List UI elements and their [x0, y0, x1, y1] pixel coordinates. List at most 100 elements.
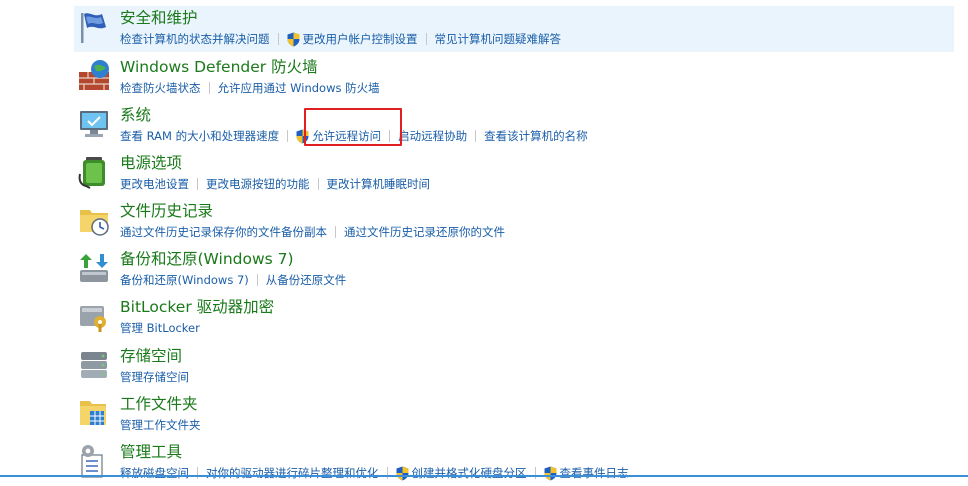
- task-link[interactable]: 检查防火墙状态: [120, 80, 201, 96]
- task-link[interactable]: 从备份还原文件: [266, 272, 347, 288]
- computer-icon[interactable]: [76, 106, 112, 142]
- task-link-label: 更改用户帐户控制设置: [302, 32, 418, 46]
- link-separator: [534, 467, 536, 479]
- category-links: 检查防火墙状态 允许应用通过 Windows 防火墙: [120, 79, 380, 97]
- link-separator: [425, 33, 427, 45]
- category-links: 释放磁盘空间 对你的驱动器进行碎片整理和优化 创建并格式化硬盘分区 查看事件日志: [120, 464, 629, 482]
- task-link[interactable]: 查看该计算机的名称: [484, 128, 588, 144]
- category-links: 通过文件历史记录保存你的文件备份副本 通过文件历史记录还原你的文件: [120, 223, 505, 241]
- uac-shield-icon: [396, 466, 409, 481]
- task-link[interactable]: 释放磁盘空间: [120, 465, 189, 481]
- task-link-label: 常见计算机问题疑难解答: [434, 32, 562, 46]
- battery-icon[interactable]: [76, 154, 112, 190]
- task-link-label: 从备份还原文件: [265, 273, 347, 287]
- category-4: 文件历史记录通过文件历史记录保存你的文件备份副本 通过文件历史记录还原你的文件: [74, 199, 954, 245]
- task-link-label: 管理工作文件夹: [120, 418, 201, 432]
- link-separator: [197, 178, 198, 190]
- category-7: 存储空间管理存储空间: [74, 344, 954, 390]
- task-link[interactable]: 更改电池设置: [120, 176, 189, 192]
- category-2: 系统 查看 RAM 的大小和处理器速度 允许远程访问 启动远程协助 查看该计算机的名称: [74, 103, 954, 149]
- category-title[interactable]: 电源选项: [120, 153, 182, 173]
- task-link-label: 更改电源按钮的功能: [206, 177, 310, 191]
- link-separator: [208, 82, 210, 94]
- category-links: 管理存储空间: [120, 368, 189, 386]
- category-9: 管理工具释放磁盘空间 对你的驱动器进行碎片整理和优化 创建并格式化硬盘分区 查看事件日…: [74, 440, 954, 486]
- highlight-box-allow-remote-access: [304, 108, 402, 146]
- task-link-label: 对你的驱动器进行碎片整理和优化: [206, 466, 379, 480]
- category-title[interactable]: 备份和还原(Windows 7): [120, 249, 294, 269]
- task-link-label: 释放磁盘空间: [120, 466, 189, 480]
- category-links: 更改电池设置 更改电源按钮的功能 更改计算机睡眠时间: [120, 175, 430, 193]
- category-links: 备份和还原(Windows 7) 从备份还原文件: [120, 271, 346, 289]
- task-link-label: 管理 BitLocker: [120, 321, 200, 335]
- flag-icon[interactable]: [76, 9, 112, 45]
- task-link-label: 通过文件历史记录保存你的文件备份副本: [120, 225, 327, 239]
- task-link[interactable]: 创建并格式化硬盘分区: [396, 465, 527, 481]
- task-link-label: 创建并格式化硬盘分区: [411, 466, 527, 480]
- task-link-label: 通过文件历史记录还原你的文件: [344, 225, 505, 239]
- firewall-icon[interactable]: [76, 58, 112, 94]
- task-link[interactable]: 备份和还原(Windows 7): [120, 272, 249, 288]
- category-links: 管理 BitLocker: [120, 319, 200, 337]
- storage-spaces-icon[interactable]: [76, 347, 112, 383]
- link-separator: [317, 178, 319, 190]
- task-link[interactable]: 管理 BitLocker: [120, 320, 200, 336]
- task-link[interactable]: 更改用户帐户控制设置: [287, 31, 418, 47]
- task-link[interactable]: 管理存储空间: [120, 369, 189, 385]
- bitlocker-icon[interactable]: [76, 298, 112, 334]
- category-title[interactable]: BitLocker 驱动器加密: [120, 297, 274, 317]
- task-link[interactable]: 查看 RAM 的大小和处理器速度: [120, 128, 279, 144]
- link-separator: [475, 130, 477, 142]
- category-title[interactable]: Windows Defender 防火墙: [120, 57, 318, 77]
- task-link[interactable]: 管理工作文件夹: [120, 417, 201, 433]
- task-link-label: 启动远程协助: [398, 129, 468, 143]
- task-link-label: 更改电池设置: [120, 177, 189, 191]
- task-link-label: 更改计算机睡眠时间: [326, 177, 431, 191]
- category-title[interactable]: 安全和维护: [120, 8, 198, 28]
- task-link[interactable]: 查看事件日志: [544, 465, 629, 481]
- uac-shield-icon: [287, 32, 300, 47]
- task-link[interactable]: 启动远程协助: [398, 128, 467, 144]
- category-title[interactable]: 管理工具: [120, 442, 182, 462]
- link-separator: [335, 226, 336, 238]
- task-link-label: 检查防火墙状态: [120, 81, 201, 95]
- category-links: 检查计算机的状态并解决问题 更改用户帐户控制设置 常见计算机问题疑难解答: [120, 30, 561, 48]
- category-3: 电源选项更改电池设置 更改电源按钮的功能 更改计算机睡眠时间: [74, 151, 954, 197]
- category-title[interactable]: 文件历史记录: [120, 201, 213, 221]
- link-separator: [287, 130, 289, 142]
- task-link-label: 查看 RAM 的大小和处理器速度: [120, 129, 280, 143]
- task-link[interactable]: 常见计算机问题疑难解答: [435, 31, 562, 47]
- category-links: 管理工作文件夹: [120, 416, 201, 434]
- link-separator: [197, 467, 198, 479]
- task-link[interactable]: 对你的驱动器进行碎片整理和优化: [206, 465, 379, 481]
- uac-shield-icon: [544, 466, 557, 481]
- category-title[interactable]: 系统: [120, 105, 151, 125]
- task-link[interactable]: 更改电源按钮的功能: [206, 176, 310, 192]
- category-1: Windows Defender 防火墙检查防火墙状态 允许应用通过 Window…: [74, 55, 954, 101]
- task-link[interactable]: 通过文件历史记录保存你的文件备份副本: [120, 224, 327, 240]
- task-link-label: 查看该计算机的名称: [484, 129, 588, 143]
- category-title[interactable]: 工作文件夹: [120, 394, 198, 414]
- category-5: 备份和还原(Windows 7) 备份和还原(Windows 7) 从备份还原文件: [74, 247, 954, 293]
- link-separator: [277, 33, 279, 45]
- task-link-label: 检查计算机的状态并解决问题: [120, 32, 270, 46]
- bottom-divider: [0, 475, 968, 477]
- task-link[interactable]: 检查计算机的状态并解决问题: [120, 31, 270, 47]
- task-link[interactable]: 更改计算机睡眠时间: [327, 176, 431, 192]
- file-history-icon[interactable]: [76, 202, 112, 238]
- task-link-label: 管理存储空间: [120, 370, 189, 384]
- task-link-label: 备份和还原(Windows 7): [120, 273, 249, 287]
- category-title[interactable]: 存储空间: [120, 346, 182, 366]
- admin-tools-icon[interactable]: [76, 443, 112, 479]
- category-6: BitLocker 驱动器加密管理 BitLocker: [74, 295, 954, 341]
- category-8: 工作文件夹管理工作文件夹: [74, 392, 954, 438]
- task-link[interactable]: 通过文件历史记录还原你的文件: [344, 224, 505, 240]
- category-0: 安全和维护检查计算机的状态并解决问题 更改用户帐户控制设置 常见计算机问题疑难解答: [74, 6, 954, 52]
- task-link[interactable]: 允许应用通过 Windows 防火墙: [218, 80, 380, 96]
- link-separator: [256, 274, 258, 286]
- work-folders-icon[interactable]: [76, 395, 112, 431]
- task-link-label: 查看事件日志: [559, 466, 629, 480]
- link-separator: [386, 467, 388, 479]
- backup-restore-icon[interactable]: [76, 250, 112, 286]
- task-link-label: 允许应用通过 Windows 防火墙: [217, 81, 380, 95]
